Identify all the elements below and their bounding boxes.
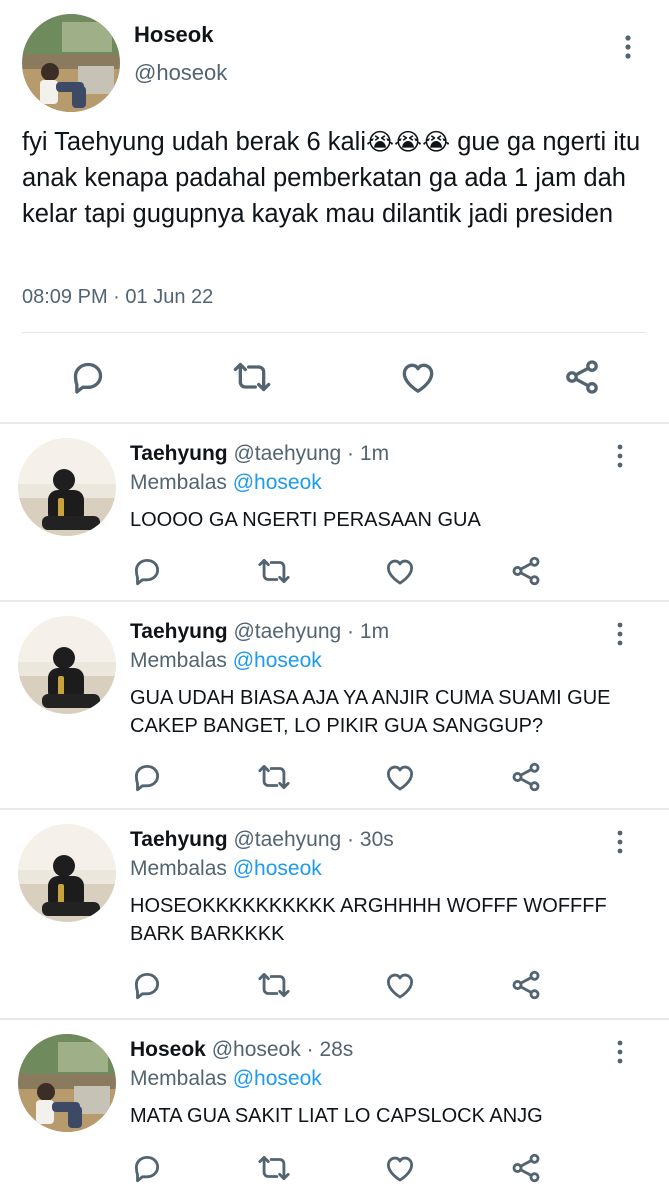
mention-link[interactable]: @hoseok [233, 1067, 322, 1090]
reply-icon[interactable] [130, 968, 164, 1002]
tweet-time: 08:09 PM [22, 286, 108, 308]
reply-tweet[interactable]: Hoseok @hoseok · 28s Membalas @hoseok MA… [0, 1020, 669, 1200]
retweet-icon[interactable] [232, 357, 272, 397]
tweet-text: fyi Taehyung udah berak 6 kali😭😭😭 gue ga… [22, 124, 652, 232]
tweet-date: 01 Jun 22 [125, 286, 214, 308]
tweet-text-start: fyi Taehyung udah berak 6 kali [22, 128, 367, 156]
reply-text: MATA GUA SAKIT LIAT LO CAPSLOCK ANJG [130, 1105, 543, 1127]
crying-emoji: 😭😭😭 [366, 128, 451, 156]
like-icon[interactable] [383, 1151, 417, 1185]
replying-label: Membalas [130, 1067, 227, 1090]
retweet-icon[interactable] [257, 968, 291, 1002]
reply-time[interactable]: 1m [360, 620, 389, 643]
main-tweet: Hoseok @hoseok fyi Taehyung udah berak 6… [0, 0, 669, 422]
meta-separator: · [306, 1038, 314, 1061]
reply-text: GUA UDAH BIASA AJA YA ANJIR CUMA SUAMI G… [130, 687, 611, 737]
more-options-icon[interactable] [608, 442, 632, 470]
like-icon[interactable] [383, 760, 417, 794]
meta-separator: · [347, 828, 355, 851]
tweet-timestamp[interactable]: 08:09 PM · 01 Jun 22 [22, 286, 213, 309]
reply-icon[interactable] [68, 357, 108, 397]
reply-header: Taehyung @taehyung · 30s [130, 828, 394, 852]
author-handle[interactable]: @taehyung [233, 620, 341, 643]
avatar[interactable] [18, 1034, 116, 1132]
replying-to: Membalas @hoseok [130, 649, 322, 673]
more-options-icon[interactable] [608, 620, 632, 648]
author-name[interactable]: Hoseok [130, 1038, 206, 1061]
replying-label: Membalas [130, 471, 227, 494]
reply-time[interactable]: 28s [319, 1038, 353, 1061]
author-name[interactable]: Hoseok [134, 22, 213, 48]
author-name[interactable]: Taehyung [130, 828, 228, 851]
replying-to: Membalas @hoseok [130, 471, 322, 495]
author-name[interactable]: Taehyung [130, 620, 228, 643]
mention-link[interactable]: @hoseok [233, 857, 322, 880]
author-handle[interactable]: @taehyung [233, 828, 341, 851]
meta-separator: · [113, 286, 120, 308]
mention-link[interactable]: @hoseok [233, 471, 322, 494]
reply-tweet[interactable]: Taehyung @taehyung · 1m Membalas @hoseok… [0, 602, 669, 808]
like-icon[interactable] [398, 357, 438, 397]
reply-icon[interactable] [130, 554, 164, 588]
reply-tweet[interactable]: Taehyung @taehyung · 1m Membalas @hoseok… [0, 424, 669, 600]
reply-tweet[interactable]: Taehyung @taehyung · 30s Membalas @hoseo… [0, 810, 669, 1018]
author-handle[interactable]: @hoseok [134, 60, 227, 86]
mention-link[interactable]: @hoseok [233, 649, 322, 672]
reply-header: Taehyung @taehyung · 1m [130, 620, 389, 644]
avatar[interactable] [18, 438, 116, 536]
share-icon[interactable] [509, 760, 543, 794]
retweet-icon[interactable] [257, 1151, 291, 1185]
meta-separator: · [347, 442, 355, 465]
retweet-icon[interactable] [257, 554, 291, 588]
reply-text: LOOOO GA NGERTI PERASAAN GUA [130, 509, 481, 531]
more-options-icon[interactable] [616, 32, 640, 62]
reply-text: HOSEOKKKKKKKKKK ARGHHHH WOFFF WOFFFF BAR… [130, 895, 607, 945]
divider [22, 332, 646, 333]
reply-time[interactable]: 1m [360, 442, 389, 465]
reply-header: Hoseok @hoseok · 28s [130, 1038, 353, 1062]
share-icon[interactable] [509, 1151, 543, 1185]
reply-time[interactable]: 30s [360, 828, 394, 851]
author-handle[interactable]: @taehyung [233, 442, 341, 465]
reply-header: Taehyung @taehyung · 1m [130, 442, 389, 466]
replying-label: Membalas [130, 857, 227, 880]
avatar[interactable] [18, 616, 116, 714]
retweet-icon[interactable] [257, 760, 291, 794]
meta-separator: · [347, 620, 355, 643]
share-icon[interactable] [509, 968, 543, 1002]
avatar[interactable] [18, 824, 116, 922]
replying-to: Membalas @hoseok [130, 857, 322, 881]
author-name[interactable]: Taehyung [130, 442, 228, 465]
more-options-icon[interactable] [608, 828, 632, 856]
share-icon[interactable] [562, 357, 602, 397]
more-options-icon[interactable] [608, 1038, 632, 1066]
author-handle[interactable]: @hoseok [212, 1038, 301, 1061]
reply-icon[interactable] [130, 1151, 164, 1185]
like-icon[interactable] [383, 968, 417, 1002]
avatar[interactable] [22, 14, 120, 112]
share-icon[interactable] [509, 554, 543, 588]
reply-icon[interactable] [130, 760, 164, 794]
like-icon[interactable] [383, 554, 417, 588]
replying-label: Membalas [130, 649, 227, 672]
replying-to: Membalas @hoseok [130, 1067, 322, 1091]
